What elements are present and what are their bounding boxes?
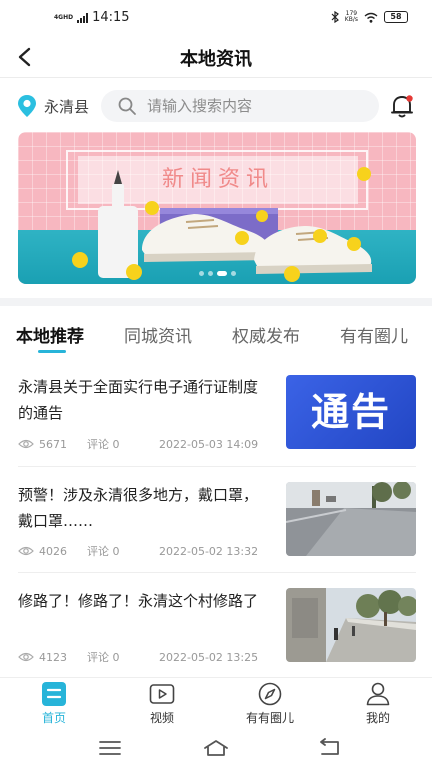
nav-label: 首页 xyxy=(41,711,66,725)
comment-count: 评论 0 xyxy=(87,651,120,664)
battery-indicator: 58 xyxy=(384,11,408,23)
bluetooth-icon xyxy=(331,11,339,23)
user-icon xyxy=(366,682,390,706)
search-input[interactable] xyxy=(147,90,371,122)
news-thumbnail[interactable] xyxy=(286,482,416,556)
publish-date: 2022-05-03 14:09 xyxy=(159,437,259,451)
system-nav-bar xyxy=(0,728,432,768)
video-icon xyxy=(149,684,175,704)
view-count: 4123 xyxy=(39,650,67,664)
banner-carousel[interactable]: 新闻资讯 xyxy=(18,132,416,284)
nav-label: 视频 xyxy=(149,711,174,725)
nav-label: 我的 xyxy=(365,711,390,725)
signal-icon xyxy=(77,12,89,23)
news-meta: 4123 评论 0 2022-05-02 13:25 xyxy=(18,649,258,665)
search-icon xyxy=(118,97,136,115)
home-icon xyxy=(42,682,66,706)
news-thumbnail[interactable]: 通告 xyxy=(286,375,416,449)
carousel-dot[interactable] xyxy=(216,271,227,276)
carousel-dot[interactable] xyxy=(198,271,204,276)
page-title: 本地资讯 xyxy=(180,49,252,70)
speed-unit: KB/s xyxy=(344,16,358,23)
nav-home[interactable]: 首页 xyxy=(14,682,94,726)
view-count: 4026 xyxy=(39,544,67,558)
home-button-icon[interactable] xyxy=(202,738,230,758)
bell-icon[interactable] xyxy=(388,92,416,120)
news-item[interactable]: 修路了！修路了！永清这个村修路了 4123 评论 0 2022-05-02 13… xyxy=(18,584,416,679)
carousel-dots[interactable] xyxy=(18,271,416,276)
location-label[interactable]: 永清县 xyxy=(44,96,89,117)
news-meta: 4026 评论 0 2022-05-02 13:32 xyxy=(18,543,258,559)
title-bar: 本地资讯 xyxy=(0,36,432,78)
wifi-icon xyxy=(364,12,378,23)
view-count: 5671 xyxy=(39,437,67,451)
comment-count: 评论 0 xyxy=(87,438,120,451)
network-speed: 179 KB/s xyxy=(345,11,358,23)
news-title[interactable]: 预警！涉及永清很多地方，戴口罩，戴口罩…… xyxy=(18,482,272,534)
carousel-dot[interactable] xyxy=(207,271,213,276)
tab-local-recommend[interactable]: 本地推荐 xyxy=(16,322,84,347)
news-item[interactable]: 永清县关于全面实行电子通行证制度的通告 5671 评论 0 2022-05-03… xyxy=(18,372,416,467)
news-meta: 5671 评论 0 2022-05-03 14:09 xyxy=(18,436,258,452)
network-type: 4GHD xyxy=(54,13,74,21)
tab-indicator xyxy=(38,350,66,353)
eye-icon xyxy=(18,439,34,449)
eye-icon xyxy=(18,652,34,662)
search-row: 永清县 xyxy=(0,86,432,126)
search-box[interactable] xyxy=(101,90,379,122)
news-title[interactable]: 永清县关于全面实行电子通行证制度的通告 xyxy=(18,374,272,426)
status-left: 4GHD 14:15 xyxy=(54,10,130,25)
tab-city-news[interactable]: 同城资讯 xyxy=(124,322,192,347)
menu-icon[interactable] xyxy=(96,738,124,758)
eye-icon xyxy=(18,546,34,556)
news-thumbnail[interactable] xyxy=(286,588,416,662)
section-divider xyxy=(0,298,432,306)
compass-icon xyxy=(258,682,282,706)
news-item[interactable]: 预警！涉及永清很多地方，戴口罩，戴口罩…… 4026 评论 0 2022-05-… xyxy=(18,478,416,573)
comment-count: 评论 0 xyxy=(87,545,120,558)
back-nav-icon[interactable] xyxy=(316,738,344,758)
status-time: 14:15 xyxy=(92,10,130,25)
publish-date: 2022-05-02 13:32 xyxy=(159,544,259,558)
nav-youyou-circle[interactable]: 有有圈儿 xyxy=(230,682,310,726)
banner-illustration xyxy=(72,167,372,282)
tab-youyou-circle[interactable]: 有有圈儿 xyxy=(340,322,408,347)
status-bar: 4GHD 14:15 179 KB/s 58 xyxy=(0,0,432,36)
status-right: 179 KB/s 58 xyxy=(331,11,408,23)
publish-date: 2022-05-02 13:25 xyxy=(159,650,259,664)
nav-video[interactable]: 视频 xyxy=(122,682,202,726)
bottom-nav: 首页 视频 有有圈儿 我的 xyxy=(0,677,432,727)
tab-official-release[interactable]: 权威发布 xyxy=(232,322,300,347)
thumbnail-text: 通告 xyxy=(310,390,391,434)
nav-mine[interactable]: 我的 xyxy=(338,682,418,726)
news-title[interactable]: 修路了！修路了！永清这个村修路了 xyxy=(18,588,272,614)
location-pin-icon[interactable] xyxy=(16,94,38,118)
nav-label: 有有圈儿 xyxy=(245,711,294,725)
category-tabs: 本地推荐 同城资讯 权威发布 有有圈儿 xyxy=(0,310,432,356)
carousel-dot[interactable] xyxy=(230,271,236,276)
